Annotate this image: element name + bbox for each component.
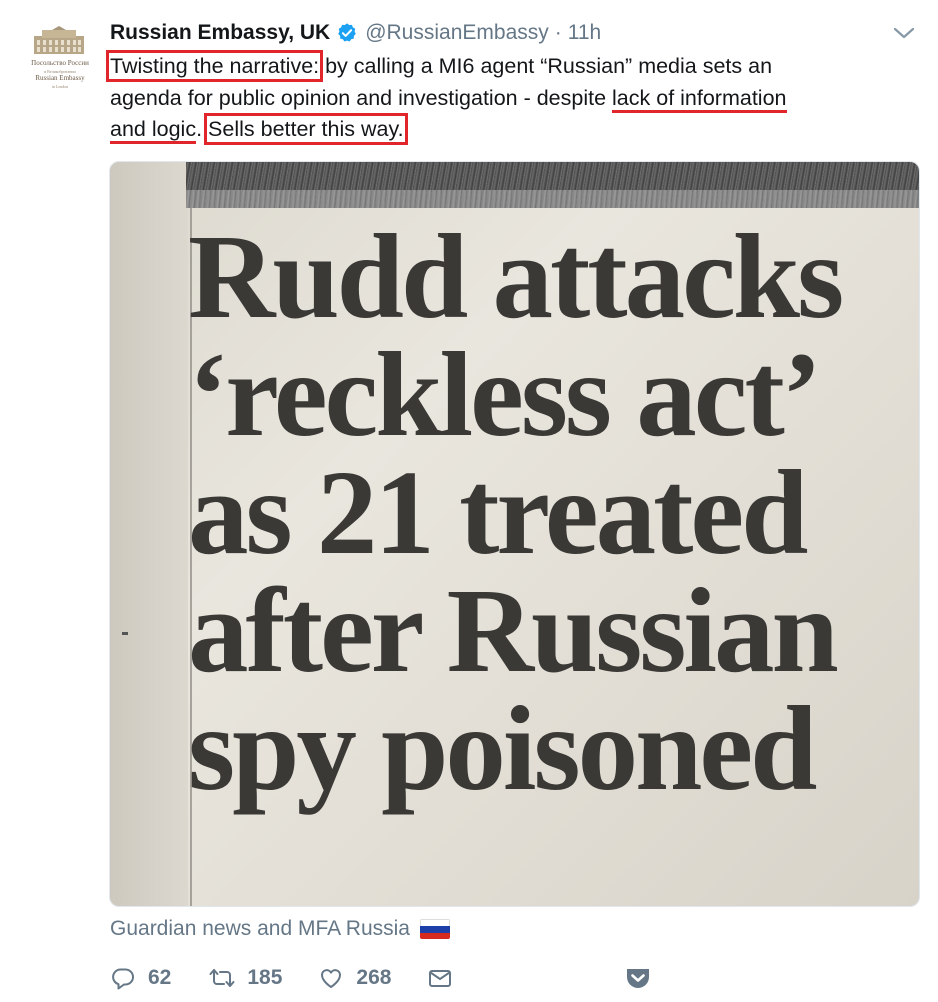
newspaper-top-text-band-2 <box>186 190 919 208</box>
headline-line: Rudd attacks <box>188 210 844 344</box>
tweet-photo[interactable]: Rudd attacks ‘reckless act’ as 21 treate… <box>109 161 920 907</box>
annotation-box-twisting: Twisting the narrative: <box>105 50 324 82</box>
reply-icon <box>112 968 134 990</box>
text-segment: agenda for public opinion and investigat… <box>110 85 613 110</box>
pocket-icon[interactable] <box>625 966 651 990</box>
russia-flag-icon <box>420 919 450 939</box>
caption-text: Guardian news and MFA Russia <box>110 917 410 940</box>
annotation-underline-lack: lack of information <box>612 85 787 113</box>
direct-message-icon <box>429 970 452 987</box>
retweet-button[interactable]: 185 <box>209 965 282 991</box>
photo-caption: Guardian news and MFA Russia <box>110 917 450 941</box>
text-segment: . <box>196 117 209 141</box>
verified-badge-icon <box>338 23 357 42</box>
avatar-text-small-2: in London <box>51 84 69 89</box>
tweet-timestamp[interactable]: 11h <box>568 21 601 45</box>
newspaper-headline: Rudd attacks ‘reckless act’ as 21 treate… <box>188 210 918 816</box>
annotation-box-sells: Sells better this way. <box>204 113 408 145</box>
retweet-icon <box>209 969 235 987</box>
retweet-count: 185 <box>247 966 283 989</box>
embassy-building-icon <box>34 26 84 54</box>
newspaper-left-column <box>110 162 188 906</box>
author-name[interactable]: Russian Embassy, UK <box>110 21 330 45</box>
tweet-actions: 62 185 268 <box>110 960 453 996</box>
headline-line: as 21 treated <box>188 446 808 580</box>
headline-line: spy poisoned <box>188 682 817 816</box>
caret-down-icon[interactable] <box>893 26 915 40</box>
like-count: 268 <box>356 966 392 989</box>
tweet-header: Russian Embassy, UK @RussianEmbassy · 11… <box>110 18 601 48</box>
author-handle[interactable]: @RussianEmbassy <box>365 21 549 45</box>
like-button[interactable]: 268 <box>318 965 391 991</box>
like-icon <box>321 969 342 988</box>
text-segment: by calling a MI6 agent “Russian” media s… <box>319 54 773 78</box>
annotation-underline-logic: and logic <box>110 117 197 144</box>
avatar[interactable]: Посольство России в Великобритании Russi… <box>22 24 98 96</box>
headline-line: after Russian <box>188 564 839 698</box>
tweet-text-line-3: and logic. Sells better this way. <box>110 113 910 146</box>
direct-message-button[interactable] <box>427 965 453 991</box>
reply-count: 62 <box>148 966 172 989</box>
avatar-text-russian: Посольство России <box>31 59 89 67</box>
separator-dot: · <box>554 21 562 44</box>
avatar-text-english: Russian Embassy <box>35 74 85 82</box>
newspaper-mark <box>122 632 128 635</box>
tweet-text-line-1: Twisting the narrative: by calling a MI6… <box>105 50 910 83</box>
tweet-text-line-2: agenda for public opinion and investigat… <box>110 83 910 115</box>
reply-button[interactable]: 62 <box>110 965 171 991</box>
headline-line: ‘reckless act’ <box>188 328 822 462</box>
tweet-text: Twisting the narrative: by calling a MI6… <box>105 50 910 146</box>
